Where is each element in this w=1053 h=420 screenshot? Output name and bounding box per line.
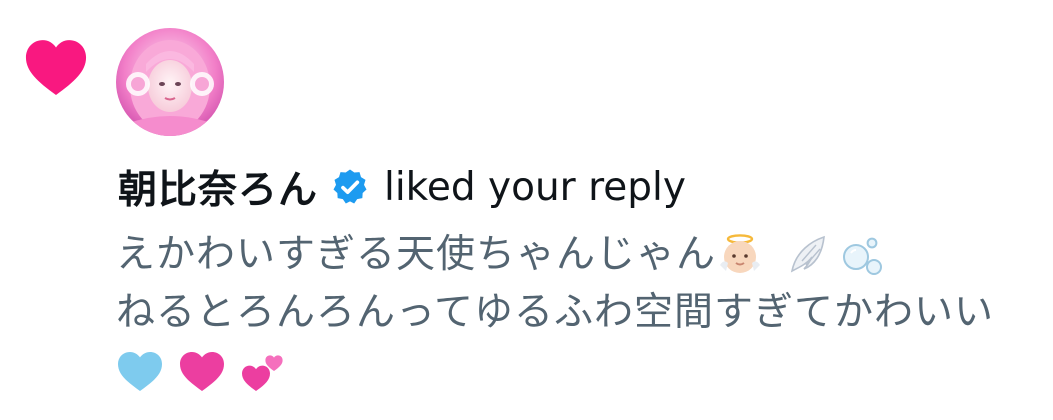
wing-emoji (790, 235, 825, 273)
two-hearts-emoji (242, 355, 283, 391)
pink-heart-emoji (180, 352, 224, 391)
bubbles-emoji (843, 237, 883, 275)
notification-headline: 朝比奈ろん liked your reply (118, 158, 686, 216)
action-text: liked your reply (384, 164, 686, 210)
baby-angel-emoji (720, 234, 761, 273)
reply-line-2-text: ねるとろんろんってゆるふわ空間すぎてかわいい (116, 290, 995, 335)
reply-line-1-text: えかわいすぎる天使ちゃんじゃん (116, 232, 717, 277)
like-notification[interactable]: 朝比奈ろん liked your reply えかわいすぎる天使ちゃんじゃん ね… (0, 0, 1053, 420)
reply-line-3 (116, 342, 1046, 400)
reply-line-1: えかわいすぎる天使ちゃんじゃん (116, 226, 1046, 284)
reply-line-2: ねるとろんろんってゆるふわ空間すぎてかわいい (116, 284, 1046, 342)
heart-icon (25, 40, 87, 95)
user-name[interactable]: 朝比奈ろん (118, 159, 318, 215)
light-blue-heart-emoji (118, 352, 162, 391)
reply-text[interactable]: えかわいすぎる天使ちゃんじゃん ねるとろんろんってゆるふわ空間すぎてかわいい (116, 226, 1046, 400)
avatar[interactable] (116, 28, 224, 136)
verified-badge-icon (333, 169, 367, 204)
